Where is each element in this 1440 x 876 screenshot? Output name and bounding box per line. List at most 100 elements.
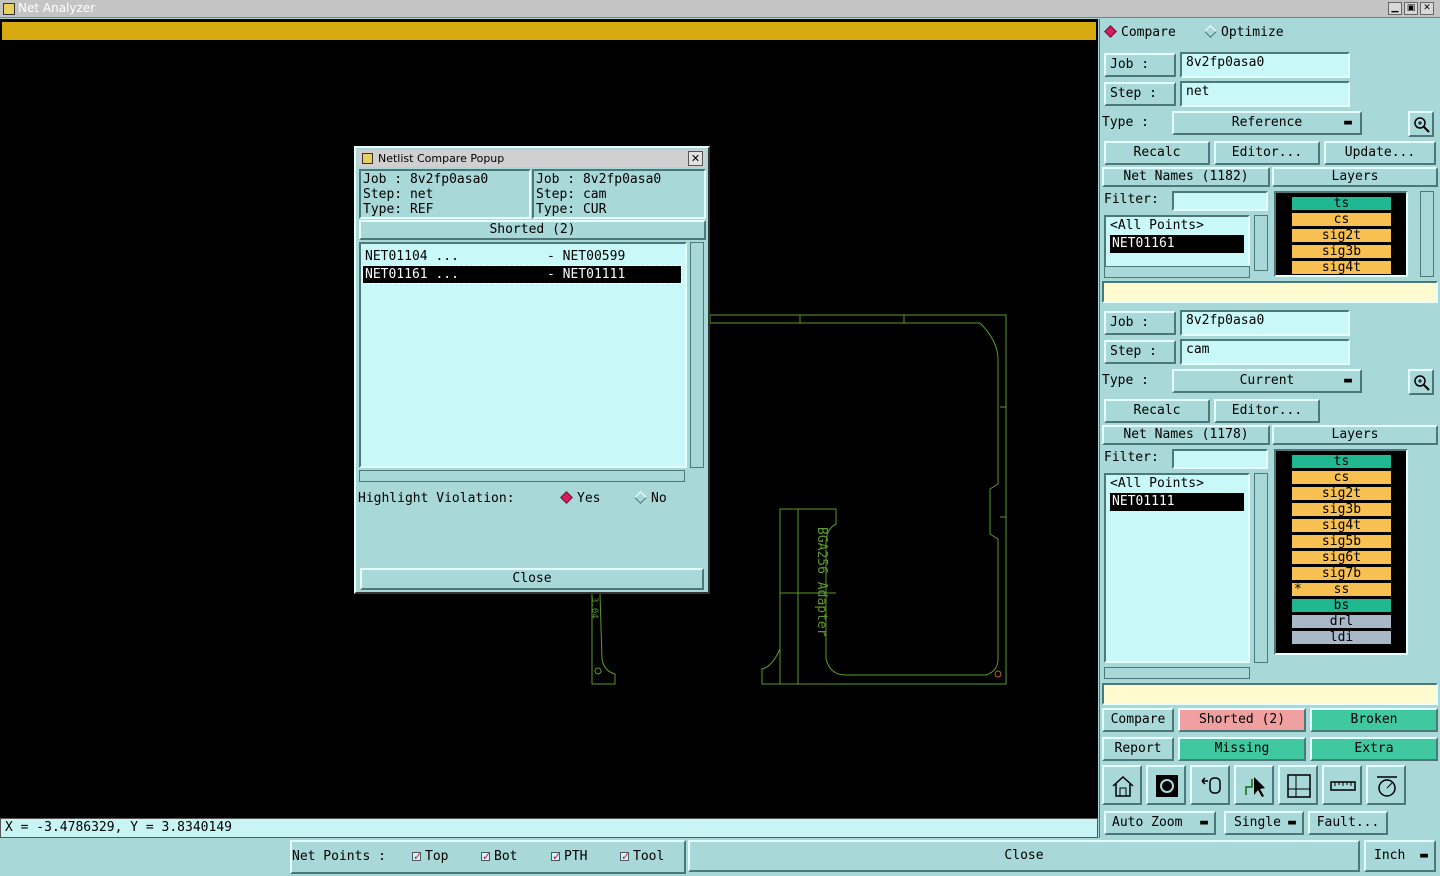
ref-layer-list[interactable]: ts cs sig2t sig3b sig4t	[1274, 191, 1408, 277]
cur-recalc-button[interactable]: Recalc	[1104, 399, 1210, 423]
list-item[interactable]: <All Points>	[1106, 475, 1248, 493]
camera-icon	[1156, 775, 1178, 797]
cur-editor-button[interactable]: Editor...	[1214, 399, 1320, 423]
main-close-button[interactable]: Close	[688, 840, 1360, 872]
home-button[interactable]	[1102, 765, 1142, 805]
cur-step-field[interactable]: cam	[1180, 339, 1350, 365]
check-top[interactable]: Top	[412, 848, 448, 866]
popup-cur-step: Step: cam	[536, 187, 607, 202]
ref-update-button[interactable]: Update...	[1324, 141, 1436, 165]
layer-label: sig2t	[1321, 486, 1362, 501]
report-button[interactable]: Report	[1102, 737, 1174, 761]
mode-optimize[interactable]: Optimize	[1204, 24, 1284, 42]
layer-item-sig3b[interactable]: sig3b	[1292, 245, 1391, 258]
cur-net-vscroll[interactable]	[1254, 473, 1268, 663]
layer-item-ldi[interactable]: ldi	[1292, 631, 1391, 644]
layer-item-sig7b[interactable]: sig7b	[1292, 567, 1391, 580]
broken-button[interactable]: Broken	[1310, 708, 1438, 732]
net-points-label: Net Points :	[292, 849, 386, 864]
check-bot[interactable]: Bot	[481, 848, 517, 866]
layer-item-cs[interactable]: cs	[1292, 213, 1391, 226]
layer-item-sig2t[interactable]: sig2t	[1292, 487, 1391, 500]
cur-type-dropdown[interactable]: Current ▬	[1172, 369, 1362, 393]
dropdown-icon: ▬	[1200, 815, 1208, 830]
cur-step-label: Step :	[1110, 344, 1157, 359]
popup-close-icon[interactable]: ✕	[688, 151, 703, 166]
layer-item-cs[interactable]: cs	[1292, 471, 1391, 484]
measure-button[interactable]	[1366, 765, 1406, 805]
check-tool[interactable]: Tool	[620, 848, 664, 866]
layer-item-ss[interactable]: * ss	[1292, 583, 1391, 596]
mode-compare[interactable]: Compare	[1104, 24, 1176, 42]
ref-net-hscroll[interactable]	[1104, 266, 1250, 278]
ref-layer-vscroll[interactable]	[1420, 191, 1434, 277]
layer-label: cs	[1333, 212, 1350, 227]
popup-cur-info: Job : 8v2fp0asa0 Step: cam Type: CUR	[532, 169, 706, 219]
missing-button[interactable]: Missing	[1178, 737, 1306, 761]
ref-net-list[interactable]: <All Points> NET01161	[1104, 215, 1250, 269]
cur-job-label: Job :	[1110, 315, 1150, 330]
net-points-group: Net Points : Top Bot PTH Tool	[290, 840, 686, 874]
popup-hscroll[interactable]	[359, 470, 685, 482]
layer-item-sig5b[interactable]: sig5b	[1292, 535, 1391, 548]
minimize-icon[interactable]: ▁	[1388, 2, 1402, 15]
layer-item-sig4t[interactable]: sig4t	[1292, 261, 1391, 274]
single-dropdown[interactable]: Single ▬	[1224, 811, 1304, 835]
layer-item-sig3b[interactable]: sig3b	[1292, 503, 1391, 516]
ref-layers-header: Layers	[1272, 167, 1438, 187]
cur-net-hscroll[interactable]	[1104, 667, 1250, 679]
cur-net-list[interactable]: <All Points> NET01111	[1104, 473, 1250, 663]
extra-button[interactable]: Extra	[1310, 737, 1438, 761]
popup-cur-type: Type: CUR	[536, 202, 607, 217]
ref-recalc-button[interactable]: Recalc	[1104, 141, 1210, 165]
popup-ref-type: Type: REF	[363, 202, 434, 217]
list-item-selected[interactable]: NET01161	[1110, 235, 1244, 253]
units-dropdown[interactable]: Inch ▬	[1364, 840, 1436, 872]
layer-item-sig4t[interactable]: sig4t	[1292, 519, 1391, 532]
layer-item-bs[interactable]: bs	[1292, 599, 1391, 612]
ruler-button[interactable]	[1322, 765, 1362, 805]
cur-filter-input[interactable]	[1172, 449, 1268, 469]
compare-button[interactable]: Compare	[1102, 708, 1174, 732]
popup-vscroll[interactable]	[690, 242, 704, 468]
undo-button[interactable]	[1190, 765, 1230, 805]
popup-close-button[interactable]: Close	[360, 568, 704, 590]
list-item-selected[interactable]: NET01111	[1110, 493, 1244, 511]
table-row-selected[interactable]: NET01161 ... - NET01111	[362, 265, 682, 284]
fault-button[interactable]: Fault...	[1308, 811, 1388, 835]
ref-job-field[interactable]: 8v2fp0asa0	[1180, 52, 1350, 78]
cur-layer-list[interactable]: ts cs sig2t sig3b sig4t sig5b sig6t sig7b * ss bs d…	[1274, 449, 1408, 655]
ref-message-field	[1102, 281, 1438, 303]
cur-zoom-button[interactable]	[1408, 369, 1434, 395]
shorted-button[interactable]: Shorted (2)	[1178, 708, 1306, 732]
snapshot-button[interactable]	[1146, 765, 1186, 805]
layer-item-sig6t[interactable]: sig6t	[1292, 551, 1391, 564]
ref-job-label: Job :	[1110, 57, 1150, 72]
table-row[interactable]: NET01104 ... - NET00599	[363, 248, 681, 265]
maximize-icon[interactable]: ▣	[1404, 2, 1418, 15]
cur-job-field[interactable]: 8v2fp0asa0	[1180, 310, 1350, 336]
highlight-yes-radio[interactable]: Yes	[560, 490, 600, 508]
piece-label: 3.04	[589, 597, 599, 619]
window-titlebar: Net Analyzer ▁ ▣ ✕	[0, 0, 1440, 18]
highlight-violation-label: Highlight Violation:	[358, 491, 515, 506]
layer-item-ts[interactable]: ts	[1292, 197, 1391, 210]
popup-shorted-list[interactable]: NET01104 ... - NET00599 NET01161 ... - N…	[359, 242, 687, 468]
ref-filter-input[interactable]	[1172, 191, 1268, 211]
layer-label: sig3b	[1321, 502, 1362, 517]
ref-zoom-button[interactable]	[1408, 111, 1434, 137]
ref-net-vscroll[interactable]	[1254, 215, 1268, 271]
ref-editor-button[interactable]: Editor...	[1214, 141, 1320, 165]
layer-item-ts[interactable]: ts	[1292, 455, 1391, 468]
layer-item-drl[interactable]: drl	[1292, 615, 1391, 628]
auto-zoom-dropdown[interactable]: Auto Zoom ▬	[1104, 811, 1216, 835]
ref-step-field[interactable]: net	[1180, 81, 1350, 107]
check-pth[interactable]: PTH	[551, 848, 587, 866]
layer-item-sig2t[interactable]: sig2t	[1292, 229, 1391, 242]
highlight-no-radio[interactable]: No	[634, 490, 667, 508]
pointer-button[interactable]	[1234, 765, 1274, 805]
ref-type-dropdown[interactable]: Reference ▬	[1172, 111, 1362, 135]
close-icon[interactable]: ✕	[1420, 2, 1434, 15]
list-item[interactable]: <All Points>	[1106, 217, 1248, 235]
window-button[interactable]	[1278, 765, 1318, 805]
